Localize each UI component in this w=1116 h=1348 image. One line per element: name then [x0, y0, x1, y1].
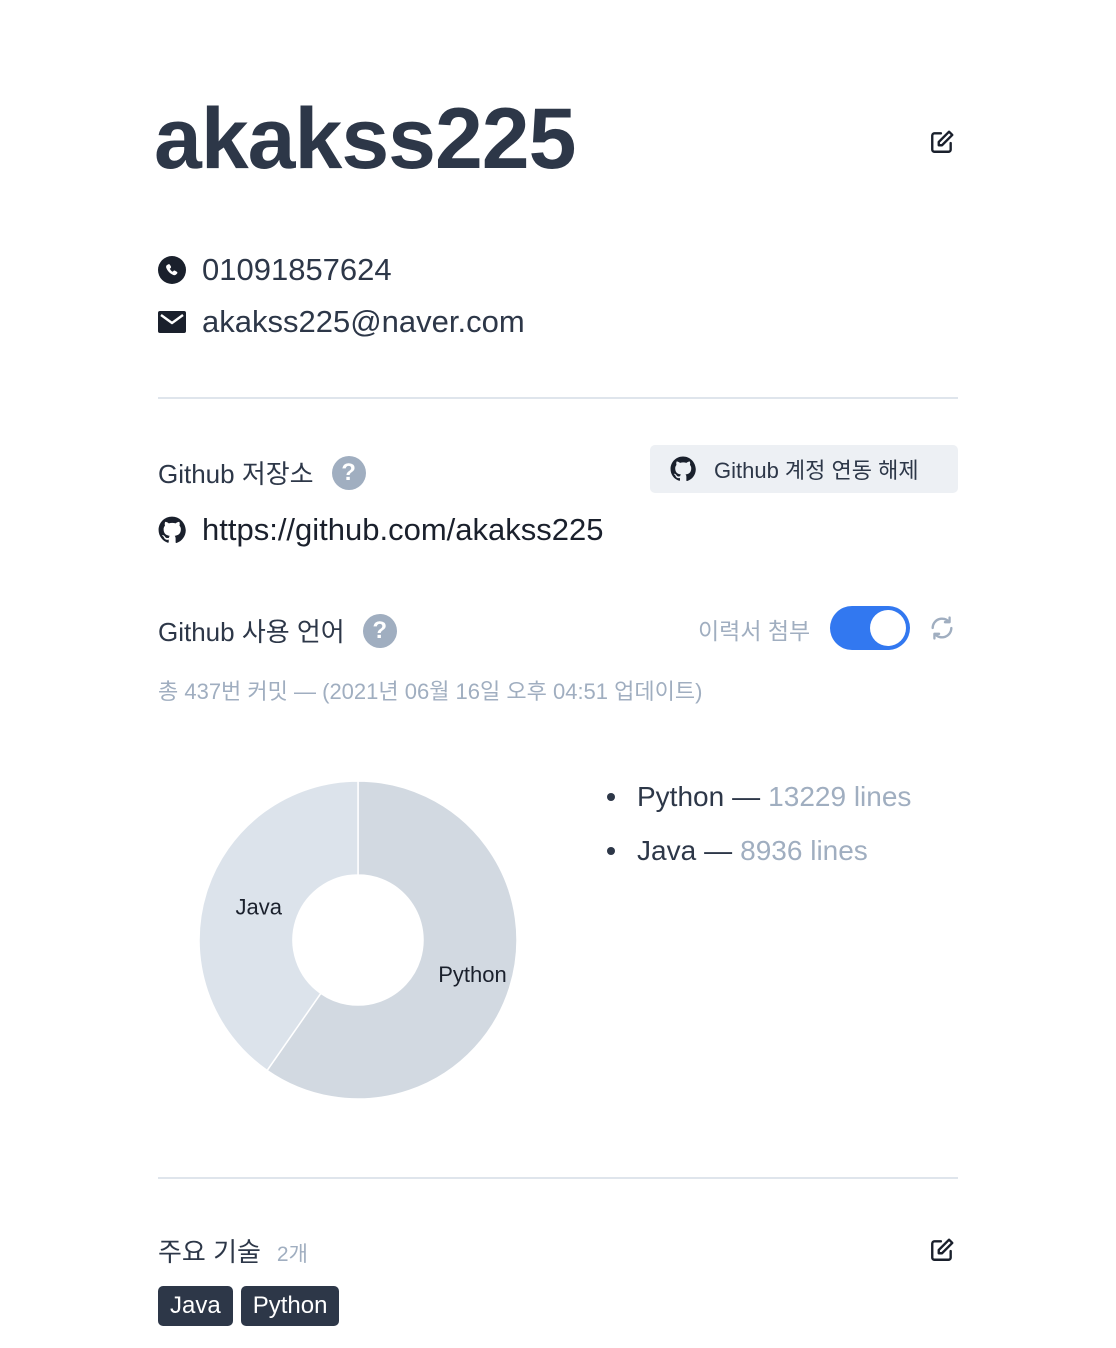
divider	[158, 397, 958, 399]
refresh-button[interactable]	[927, 613, 957, 643]
github-repo-row: https://github.com/akakss225	[158, 512, 604, 548]
slice-label-python: Python	[438, 962, 507, 987]
github-repo-title: Github 저장소	[158, 459, 314, 489]
github-unlink-label: Github 계정 연동 해제	[714, 458, 919, 483]
legend-language: Python	[637, 781, 725, 812]
language-legend: Python — 13229 lines Java — 8936 lines	[598, 770, 911, 878]
divider	[158, 1177, 958, 1179]
legend-language: Java	[637, 835, 697, 866]
github-icon	[158, 516, 186, 544]
toggle-knob	[870, 610, 906, 646]
phone-row: 01091857624	[158, 252, 392, 288]
slice-label-java: Java	[236, 895, 283, 920]
skill-tag: Java	[158, 1286, 233, 1326]
attach-resume-label: 이력서 첨부	[698, 618, 811, 644]
help-icon[interactable]: ?	[362, 613, 397, 648]
phone-icon	[158, 256, 186, 284]
legend-lines: 13229 lines	[768, 781, 912, 812]
edit-skills-button[interactable]	[927, 1235, 957, 1265]
skill-tags: Java Python	[158, 1286, 347, 1326]
skills-heading: 주요 기술 2개	[158, 1232, 308, 1269]
legend-separator: —	[732, 781, 761, 812]
github-languages-heading: Github 사용 언어 ?	[158, 612, 397, 649]
legend-item: Python — 13229 lines	[598, 770, 911, 824]
help-icon[interactable]: ?	[331, 455, 366, 490]
github-icon	[670, 456, 696, 482]
legend-lines: 8936 lines	[740, 835, 868, 866]
language-donut-chart: Python Java	[198, 780, 518, 1100]
skills-count: 2개	[276, 1243, 308, 1266]
attach-resume-toggle[interactable]	[830, 606, 910, 650]
bullet-dot	[607, 793, 615, 801]
skill-tag: Python	[240, 1286, 340, 1326]
phone-number: 01091857624	[202, 252, 392, 287]
email-address: akakss225@naver.com	[202, 304, 525, 339]
profile-username: akakss225	[154, 91, 576, 187]
email-row: akakss225@naver.com	[158, 304, 525, 340]
commit-summary: 총 437번 커밋 — (2021년 06월 16일 오후 04:51 업데이트…	[158, 679, 703, 704]
github-repo-heading: Github 저장소 ?	[158, 454, 366, 491]
github-languages-title: Github 사용 언어	[158, 617, 345, 647]
skills-title: 주요 기술	[158, 1237, 261, 1267]
github-repo-link[interactable]: https://github.com/akakss225	[202, 512, 604, 548]
refresh-icon	[931, 616, 953, 640]
edit-icon	[931, 130, 954, 153]
github-unlink-button[interactable]: Github 계정 연동 해제	[650, 445, 958, 493]
legend-item: Java — 8936 lines	[598, 824, 911, 878]
edit-icon	[931, 1238, 954, 1261]
edit-profile-button[interactable]	[927, 127, 957, 157]
mail-icon	[158, 308, 186, 336]
legend-separator: —	[704, 835, 733, 866]
bullet-dot	[607, 847, 615, 855]
